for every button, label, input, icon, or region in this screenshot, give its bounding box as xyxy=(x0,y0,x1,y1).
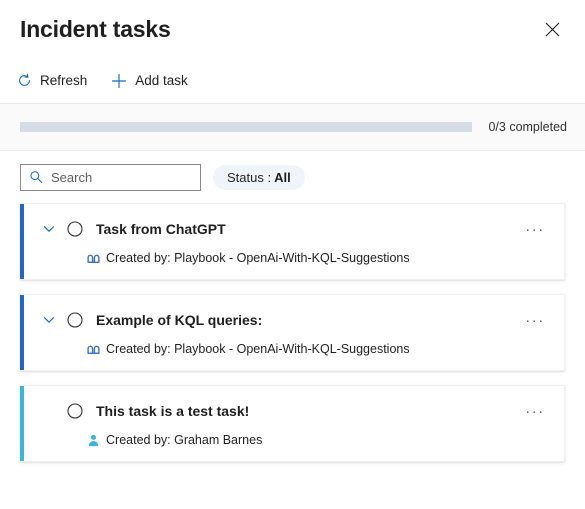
task-overflow-menu-button[interactable]: ··· xyxy=(522,400,548,422)
playbook-icon xyxy=(86,251,100,265)
task-complete-checkbox[interactable] xyxy=(64,309,86,331)
search-input[interactable] xyxy=(51,169,194,185)
task-title: Task from ChatGPT xyxy=(96,221,226,237)
close-icon xyxy=(545,22,560,37)
page-title: Incident tasks xyxy=(20,15,171,42)
task-card[interactable]: This task is a test task! ··· Created by: … xyxy=(20,385,565,462)
plus-icon xyxy=(111,73,127,89)
task-accent-bar xyxy=(20,386,24,461)
task-body: Example of KQL queries: ··· Created by: Pl… xyxy=(20,309,548,356)
status-filter-label: Status : xyxy=(227,169,272,185)
filter-row: Status : All xyxy=(0,151,585,203)
task-creator-text: Created by: Graham Barnes xyxy=(106,433,263,447)
task-overflow-menu-button[interactable]: ··· xyxy=(522,218,548,240)
search-box[interactable] xyxy=(20,163,201,191)
panel-header: Incident tasks xyxy=(0,0,585,58)
chevron-down-icon[interactable] xyxy=(38,309,60,331)
task-header-row: Example of KQL queries: ··· xyxy=(38,309,548,331)
task-meta-row: Created by: Playbook - OpenAi-With-KQL-S… xyxy=(38,251,548,265)
task-meta-row: Created by: Graham Barnes xyxy=(38,433,548,447)
task-creator-text: Created by: Playbook - OpenAi-With-KQL-S… xyxy=(106,342,410,356)
refresh-icon xyxy=(16,73,32,89)
task-accent-bar xyxy=(20,204,24,279)
playbook-icon xyxy=(86,342,100,356)
task-card[interactable]: Task from ChatGPT ··· Created by: Playbook… xyxy=(20,203,565,280)
task-complete-checkbox[interactable] xyxy=(64,218,86,240)
refresh-button[interactable]: Refresh xyxy=(8,65,95,97)
task-meta-row: Created by: Playbook - OpenAi-With-KQL-S… xyxy=(38,342,548,356)
task-title: Example of KQL queries: xyxy=(96,312,263,328)
task-complete-checkbox[interactable] xyxy=(64,400,86,422)
search-icon xyxy=(29,170,43,184)
task-body: Task from ChatGPT ··· Created by: Playbook… xyxy=(20,218,548,265)
task-creator-text: Created by: Playbook - OpenAi-With-KQL-S… xyxy=(106,251,410,265)
task-accent-bar xyxy=(20,295,24,370)
status-filter-pill[interactable]: Status : All xyxy=(213,164,305,190)
command-bar: Refresh Add task xyxy=(0,58,585,104)
task-list: Task from ChatGPT ··· Created by: Playbook… xyxy=(0,203,585,509)
progress-bar xyxy=(20,122,473,132)
task-overflow-menu-button[interactable]: ··· xyxy=(522,309,548,331)
add-task-button[interactable]: Add task xyxy=(103,65,196,97)
task-header-row: Task from ChatGPT ··· xyxy=(38,218,548,240)
task-body: This task is a test task! ··· Created by: … xyxy=(20,400,548,447)
progress-label: 0/3 completed xyxy=(488,120,567,134)
progress-strip: 0/3 completed xyxy=(0,104,585,151)
add-task-label: Add task xyxy=(135,73,188,88)
task-title: This task is a test task! xyxy=(96,403,250,419)
task-header-row: This task is a test task! ··· xyxy=(38,400,548,422)
chevron-down-icon[interactable] xyxy=(38,218,60,240)
user-icon xyxy=(86,433,100,447)
close-button[interactable] xyxy=(537,14,567,44)
incident-tasks-panel: Incident tasks Refresh Add task 0/3 comp… xyxy=(0,0,585,509)
task-card[interactable]: Example of KQL queries: ··· Created by: Pl… xyxy=(20,294,565,371)
refresh-label: Refresh xyxy=(40,73,88,88)
status-filter-value: All xyxy=(274,169,291,185)
